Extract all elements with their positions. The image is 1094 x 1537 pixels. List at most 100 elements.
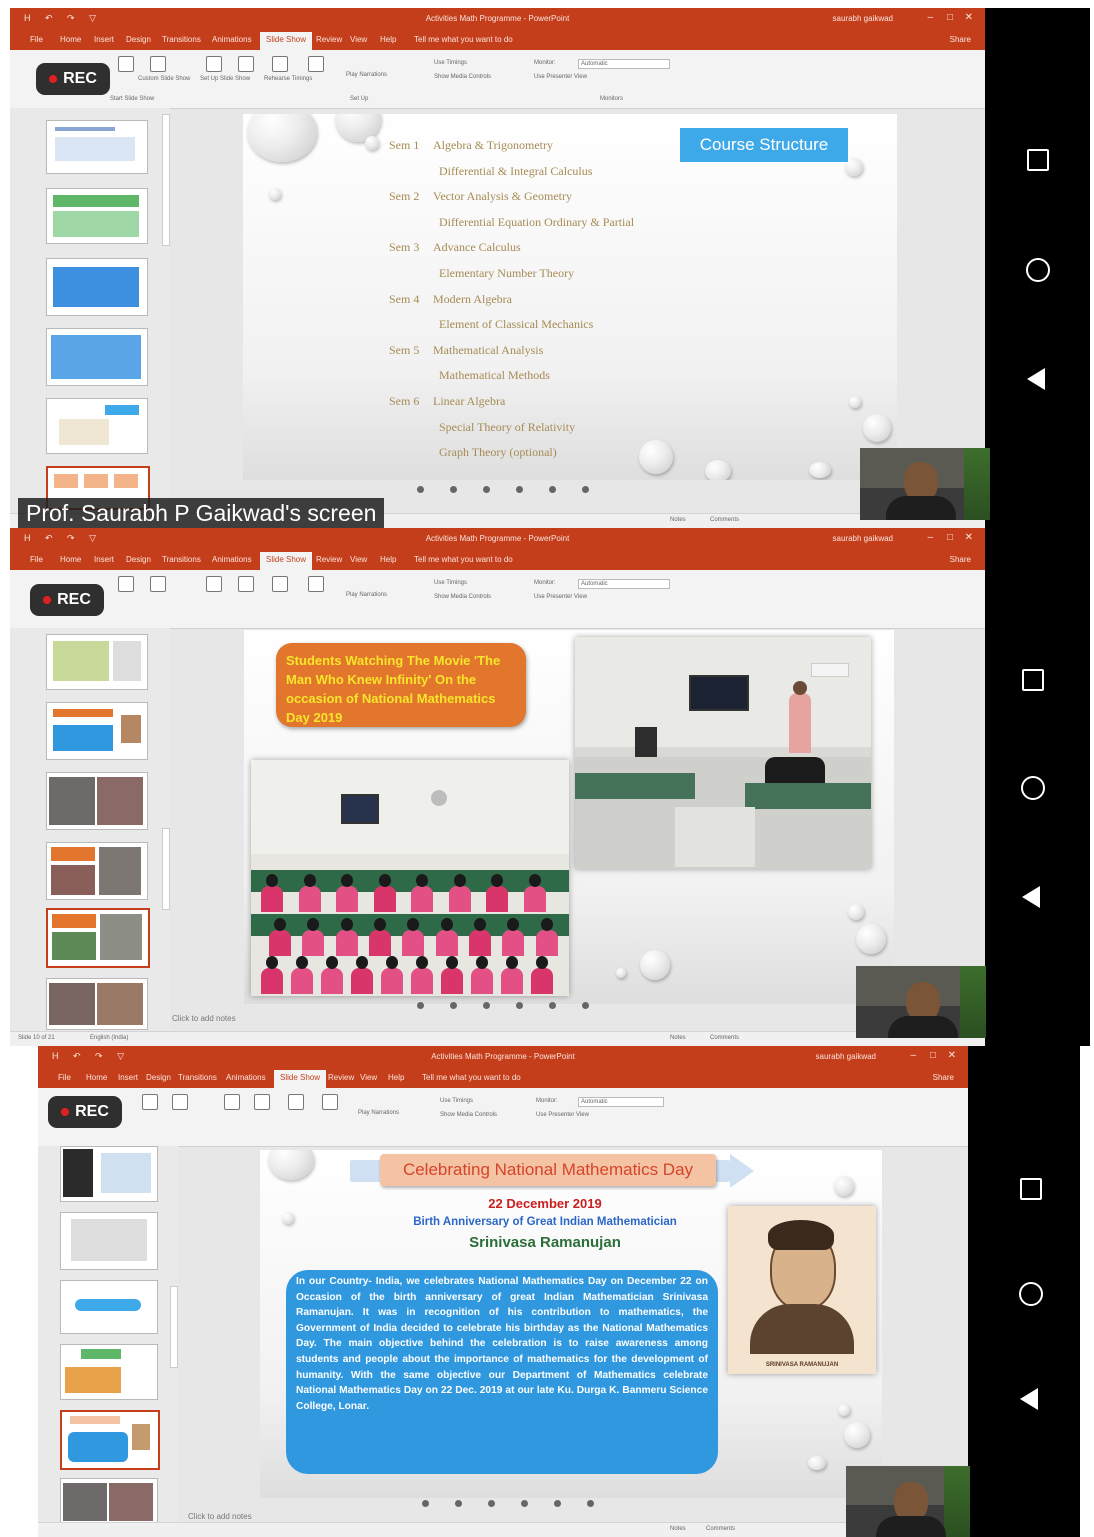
- close-icon[interactable]: ✕: [948, 1050, 956, 1061]
- slide-thumbnail[interactable]: [46, 772, 148, 830]
- from-beginning-icon[interactable]: [118, 576, 134, 592]
- hide-slide-icon[interactable]: [254, 1094, 270, 1110]
- user-name[interactable]: saurabh gaikwad: [816, 1052, 876, 1061]
- comments-button[interactable]: Comments: [710, 1035, 739, 1041]
- tab-slide-show[interactable]: Slide Show: [274, 1070, 327, 1088]
- thumbnail-scrollbar[interactable]: [162, 828, 170, 910]
- rehearse-icon[interactable]: [272, 576, 288, 592]
- maximize-icon[interactable]: □: [947, 12, 953, 23]
- tab-help[interactable]: Help: [388, 1073, 404, 1082]
- slide-thumbnail-selected[interactable]: [60, 1410, 160, 1470]
- monitor-select[interactable]: Automatic: [578, 59, 670, 69]
- home-icon[interactable]: [1021, 776, 1045, 800]
- slide-thumbnail[interactable]: [46, 328, 148, 386]
- tab-insert[interactable]: Insert: [94, 35, 114, 44]
- custom-show-icon[interactable]: [172, 1094, 188, 1110]
- comments-button[interactable]: Comments: [710, 517, 739, 523]
- play-narrations-label[interactable]: Play Narrations: [346, 592, 387, 598]
- setup-show-icon[interactable]: [224, 1094, 240, 1110]
- tab-view[interactable]: View: [350, 35, 367, 44]
- tab-help[interactable]: Help: [380, 555, 396, 564]
- tab-home[interactable]: Home: [86, 1073, 107, 1082]
- show-media-controls-label[interactable]: Show Media Controls: [434, 594, 491, 600]
- record-icon[interactable]: [308, 56, 324, 72]
- share-button[interactable]: Share: [950, 35, 971, 44]
- webcam-thumbnail[interactable]: [856, 966, 986, 1038]
- setup-show-icon[interactable]: [206, 576, 222, 592]
- back-icon[interactable]: [1020, 1388, 1038, 1410]
- play-narrations-label[interactable]: Play Narrations: [358, 1110, 399, 1116]
- tab-design[interactable]: Design: [126, 35, 151, 44]
- notes-placeholder[interactable]: Click to add notes: [172, 1014, 236, 1023]
- from-beginning-icon[interactable]: [118, 56, 134, 72]
- slide-thumbnail[interactable]: [60, 1478, 158, 1526]
- tab-animations[interactable]: Animations: [226, 1073, 266, 1082]
- slide-thumbnail[interactable]: [46, 978, 148, 1030]
- slide-thumbnail[interactable]: [46, 120, 148, 174]
- hide-slide-icon[interactable]: [238, 56, 254, 72]
- rec-badge[interactable]: REC: [30, 584, 104, 616]
- slide-thumbnail[interactable]: [46, 188, 148, 244]
- use-timings-label[interactable]: Use Timings: [434, 580, 467, 586]
- rec-badge[interactable]: REC: [36, 63, 110, 95]
- minimize-icon[interactable]: –: [927, 12, 933, 23]
- minimize-icon[interactable]: –: [927, 532, 933, 543]
- slide-students-movie[interactable]: Students Watching The Movie 'The Man Who…: [244, 630, 894, 1004]
- tab-slide-show[interactable]: Slide Show: [260, 32, 313, 50]
- share-button[interactable]: Share: [950, 555, 971, 564]
- custom-show-icon[interactable]: [150, 576, 166, 592]
- setup-show-icon[interactable]: [206, 56, 222, 72]
- user-name[interactable]: saurabh gaikwad: [833, 534, 893, 543]
- hide-slide-icon[interactable]: [238, 576, 254, 592]
- tell-me-search[interactable]: Tell me what you want to do: [414, 35, 513, 44]
- notes-button[interactable]: Notes: [670, 517, 686, 523]
- tab-home[interactable]: Home: [60, 555, 81, 564]
- close-icon[interactable]: ✕: [965, 532, 973, 543]
- recents-icon[interactable]: [1020, 1178, 1042, 1200]
- back-icon[interactable]: [1022, 886, 1040, 908]
- tell-me-search[interactable]: Tell me what you want to do: [422, 1073, 521, 1082]
- slide-thumbnail[interactable]: [46, 398, 148, 454]
- show-media-controls-label[interactable]: Show Media Controls: [440, 1112, 497, 1118]
- user-name[interactable]: saurabh gaikwad: [833, 14, 893, 23]
- slide-thumbnail[interactable]: [60, 1212, 158, 1270]
- back-icon[interactable]: [1027, 368, 1045, 390]
- rehearse-icon[interactable]: [288, 1094, 304, 1110]
- slide-thumbnail[interactable]: [60, 1146, 158, 1202]
- tab-insert[interactable]: Insert: [94, 555, 114, 564]
- use-timings-label[interactable]: Use Timings: [434, 60, 467, 66]
- rehearse-label[interactable]: Rehearse Timings: [264, 76, 312, 82]
- tab-view[interactable]: View: [350, 555, 367, 564]
- use-presenter-view-label[interactable]: Use Presenter View: [534, 74, 587, 80]
- play-narrations-label[interactable]: Play Narrations: [346, 72, 387, 78]
- tab-insert[interactable]: Insert: [118, 1073, 138, 1082]
- slide-course-structure[interactable]: Course Structure Sem 1 Algebra & Trigonom…: [243, 114, 897, 480]
- thumbnail-scrollbar[interactable]: [162, 114, 170, 246]
- notes-button[interactable]: Notes: [670, 1035, 686, 1041]
- webcam-thumbnail[interactable]: [860, 448, 990, 520]
- tab-home[interactable]: Home: [60, 35, 81, 44]
- rehearse-icon[interactable]: [272, 56, 288, 72]
- tab-transitions[interactable]: Transitions: [162, 555, 201, 564]
- slide-thumbnail[interactable]: [46, 258, 148, 316]
- tab-review[interactable]: Review: [328, 1073, 354, 1082]
- tab-design[interactable]: Design: [126, 555, 151, 564]
- show-media-controls-label[interactable]: Show Media Controls: [434, 74, 491, 80]
- tab-file[interactable]: File: [30, 555, 43, 564]
- webcam-thumbnail[interactable]: [846, 1466, 970, 1537]
- tab-review[interactable]: Review: [316, 35, 342, 44]
- tab-view[interactable]: View: [360, 1073, 377, 1082]
- tab-help[interactable]: Help: [380, 35, 396, 44]
- tab-animations[interactable]: Animations: [212, 555, 252, 564]
- slide-thumbnail[interactable]: [46, 634, 148, 690]
- monitor-select[interactable]: Automatic: [578, 1097, 664, 1107]
- use-presenter-view-label[interactable]: Use Presenter View: [536, 1112, 589, 1118]
- thumbnail-scrollbar[interactable]: [170, 1286, 178, 1368]
- slide-thumbnail[interactable]: [46, 842, 148, 900]
- home-icon[interactable]: [1026, 258, 1050, 282]
- record-icon[interactable]: [322, 1094, 338, 1110]
- tab-file[interactable]: File: [58, 1073, 71, 1082]
- use-timings-label[interactable]: Use Timings: [440, 1098, 473, 1104]
- rec-badge[interactable]: REC: [48, 1096, 122, 1128]
- tab-design[interactable]: Design: [146, 1073, 171, 1082]
